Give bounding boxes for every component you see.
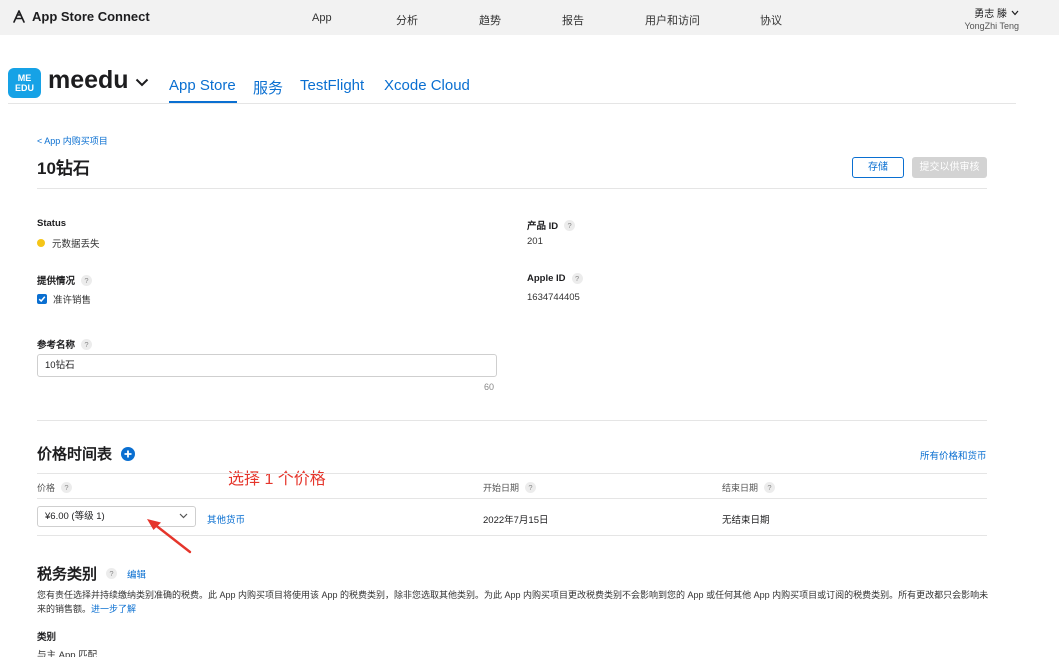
price-schedule-title: 价格时间表: [37, 446, 113, 463]
divider: [37, 420, 987, 421]
checkmark-icon: [38, 296, 46, 303]
tab-services[interactable]: 服务: [253, 77, 283, 98]
product-id-label-text: 产品 ID: [527, 221, 559, 232]
app-icon-text-top: ME: [17, 73, 32, 83]
learn-more-link[interactable]: 进一步了解: [91, 604, 136, 614]
breadcrumb-back-link[interactable]: < App 内购买项目: [37, 134, 108, 147]
tab-app-store[interactable]: App Store: [169, 77, 236, 94]
tab-xcode-cloud[interactable]: Xcode Cloud: [384, 77, 470, 94]
column-header-start-date: 开始日期 ?: [483, 481, 537, 494]
app-switcher[interactable]: meedu: [48, 66, 149, 95]
status-value-text: 元数据丢失: [52, 239, 100, 250]
other-currencies-link[interactable]: 其他货币: [207, 512, 245, 526]
reference-name-label: 参考名称 ?: [37, 337, 93, 351]
product-id-label: 产品 ID ?: [527, 218, 576, 232]
annotation-arrow-icon: [147, 519, 192, 554]
product-id-value: 201: [527, 236, 543, 247]
user-name: 勇志 滕: [974, 9, 1007, 20]
column-header-end-text: 结束日期: [722, 483, 759, 493]
top-navigation-bar: App Store Connect App 分析 趋势 报告 用户和访问 协议 …: [0, 0, 1059, 35]
help-icon[interactable]: ?: [81, 274, 93, 286]
price-schedule-heading: 价格时间表: [37, 443, 136, 464]
tax-description: 您有责任选择并持续缴纳类别准确的税费。此 App 内购买项目将使用该 App 的…: [37, 589, 992, 616]
help-icon[interactable]: ?: [525, 482, 537, 493]
tab-testflight[interactable]: TestFlight: [300, 77, 364, 94]
annotation-text: 选择 1 个价格: [228, 471, 326, 488]
availability-value-text: 准许销售: [53, 295, 92, 306]
app-store-connect-brand[interactable]: App Store Connect: [12, 9, 150, 24]
help-icon[interactable]: ?: [764, 482, 776, 493]
header-divider: [8, 103, 1016, 104]
availability-label-text: 提供情况: [37, 276, 76, 287]
tax-category-title: 税务类别: [37, 566, 98, 583]
cleared-for-sale-checkbox[interactable]: [37, 294, 47, 304]
app-store-icon: [13, 9, 25, 23]
reference-name-label-text: 参考名称: [37, 340, 76, 351]
apple-id-value: 1634744405: [527, 292, 580, 303]
help-icon[interactable]: ?: [564, 219, 576, 231]
tax-category-value: 与主 App 匹配: [37, 650, 98, 657]
plus-icon: [124, 450, 132, 457]
user-menu[interactable]: 勇志 滕 YongZhi Teng: [964, 5, 1019, 31]
status-dot-icon: [37, 239, 45, 247]
user-name-row: 勇志 滕: [964, 5, 1019, 20]
help-icon[interactable]: ?: [106, 568, 118, 579]
column-header-price-text: 价格: [37, 483, 56, 493]
app-icon-text-bottom: EDU: [14, 83, 34, 93]
status-label-text: Status: [37, 218, 67, 229]
divider: [37, 498, 987, 499]
price-tier-value: ¥6.00 (等级 1): [45, 511, 105, 522]
submit-for-review-button[interactable]: 提交以供审核: [912, 157, 987, 178]
availability-value: 准许销售: [37, 292, 91, 306]
all-prices-link[interactable]: 所有价格和货币: [920, 448, 987, 462]
nav-reports[interactable]: 报告: [562, 12, 584, 28]
availability-label: 提供情况 ?: [37, 273, 93, 287]
status-label: Status: [37, 218, 66, 229]
help-icon[interactable]: ?: [61, 482, 73, 493]
app-icon: ME EDU: [8, 68, 41, 98]
nav-users-access[interactable]: 用户和访问: [645, 12, 700, 28]
brand-label: App Store Connect: [32, 9, 150, 24]
help-icon[interactable]: ?: [571, 273, 583, 284]
apple-id-label: Apple ID ?: [527, 273, 583, 284]
reference-name-input[interactable]: 10钻石: [37, 354, 497, 377]
divider: [37, 473, 987, 474]
status-value: 元数据丢失: [37, 236, 100, 250]
help-icon[interactable]: ?: [81, 338, 93, 350]
page-title: 10钻石: [37, 159, 90, 178]
chevron-down-icon: [1011, 10, 1019, 15]
column-header-end-date: 结束日期 ?: [722, 481, 776, 494]
nav-trends[interactable]: 趋势: [479, 12, 501, 28]
save-button[interactable]: 存储: [852, 157, 904, 178]
nav-app[interactable]: App: [312, 12, 332, 24]
user-account-name: YongZhi Teng: [964, 21, 1019, 31]
end-date-value: 无结束日期: [722, 515, 770, 526]
column-header-start-text: 开始日期: [483, 483, 520, 493]
nav-agreements[interactable]: 协议: [760, 12, 782, 28]
tax-category-label: 类别: [37, 632, 57, 643]
character-count: 60: [484, 382, 495, 392]
nav-analytics[interactable]: 分析: [396, 12, 418, 28]
tax-category-heading: 税务类别 ? 编辑: [37, 563, 146, 584]
tax-description-text: 您有责任选择并持续缴纳类别准确的税费。此 App 内购买项目将使用该 App 的…: [37, 590, 989, 614]
apple-id-label-text: Apple ID: [527, 273, 566, 284]
add-price-button[interactable]: [121, 446, 136, 461]
column-header-price: 价格 ?: [37, 481, 73, 494]
edit-tax-link[interactable]: 编辑: [127, 567, 146, 581]
divider: [37, 188, 987, 189]
app-name: meedu: [48, 66, 129, 94]
chevron-down-icon: [135, 78, 148, 86]
start-date-value: 2022年7月15日: [483, 515, 549, 526]
